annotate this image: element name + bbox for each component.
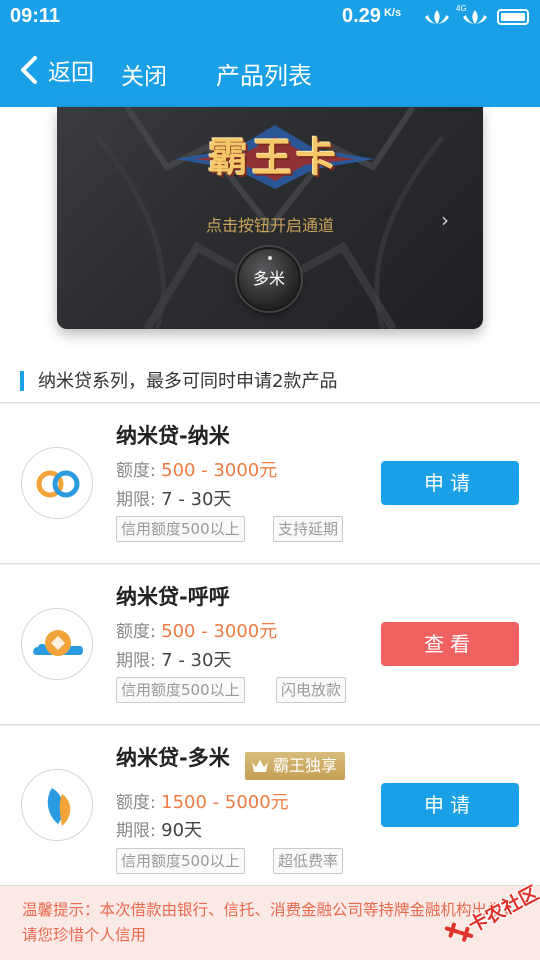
term-value: 7 - 30天 [161,650,232,671]
leaf-petals-icon [47,788,71,826]
amount-value: 1500 - 5000元 [161,792,289,813]
product-tag: 支持延期 [273,516,344,542]
amount-label: 额度: [116,461,156,481]
product-tag: 信用额度500以上 [116,677,245,703]
network-speed: 0.29 K/s [342,5,401,28]
back-label: 返回 [48,60,94,86]
product-logo [21,608,93,680]
chevron-right-icon[interactable]: › [441,208,449,232]
network-speed-unit: K/s [383,7,402,19]
coin-cloud-icon [33,630,83,656]
amount-value: 500 - 3000元 [161,621,278,642]
product-tag: 信用额度500以上 [116,848,245,874]
product-tag: 超低费率 [273,848,344,874]
term-label: 期限: [116,490,156,510]
amount-value: 500 - 3000元 [161,460,278,481]
vip-card-banner[interactable]: 霸王卡 点击按钮开启通道 › 多米 [57,107,483,329]
product-tag: 闪电放款 [276,677,347,703]
network-speed-value: 0.29 [342,5,381,27]
product-logo [21,769,93,841]
term-value: 7 - 30天 [161,489,232,510]
product-name: 纳米贷-呼呼 [116,585,230,609]
product-card: 纳米贷-呼呼 额度: 500 - 3000元 期限: 7 - 30天 信用额度5… [0,565,540,725]
vip-exclusive-badge: 霸王独享 [245,752,346,780]
banner-hint: 点击按钮开启通道 [205,216,334,235]
term-row: 期限: 7 - 30天 [116,485,231,511]
status-time: 09:11 [10,5,61,27]
signal-icon-2 [463,10,487,24]
term-value: 90天 [161,820,203,841]
series-title: 纳米贷系列，最多可同时申请2款产品 [38,371,338,392]
vip-card-logo: 霸王卡 [208,134,340,181]
amount-row: 额度: 1500 - 5000元 [116,788,289,814]
open-channel-button[interactable]: 多米 [237,247,301,311]
amount-row: 额度: 500 - 3000元 [116,617,277,643]
amount-label: 额度: [116,793,156,813]
chevron-left-icon [21,56,37,84]
banner-section: 霸王卡 点击按钮开启通道 › 多米 [0,107,540,359]
view-button[interactable]: 查看 [381,622,519,666]
amount-row: 额度: 500 - 3000元 [116,456,277,482]
product-name: 纳米贷-纳米 [116,424,230,448]
crown-icon [252,760,268,772]
product-card: 纳米贷-纳米 额度: 500 - 3000元 期限: 7 - 30天 信用额度5… [0,404,540,564]
apply-button[interactable]: 申请 [381,461,519,505]
page-title: 产品列表 [216,62,312,90]
back-button[interactable]: 返回 [18,52,94,88]
close-button[interactable]: 关闭 [121,57,167,91]
product-name: 纳米贷-多米 [116,746,230,770]
product-tag: 信用额度500以上 [116,516,245,542]
link-rings-icon [36,470,80,498]
product-logo [21,447,93,519]
series-header: 纳米贷系列，最多可同时申请2款产品 [0,359,540,403]
status-bar: 09:11 0.29 K/s 4G [0,0,540,34]
signal-icon [425,10,449,24]
nav-bar: 返回 关闭 产品列表 [0,34,540,107]
term-row: 期限: 90天 [116,816,202,842]
product-card: 纳米贷-多米 霸王独享 额度: 1500 - 5000元 期限: 90天 信用额… [0,726,540,886]
term-label: 期限: [116,821,156,841]
term-label: 期限: [116,651,156,671]
vip-badge-label: 霸王独享 [273,756,338,775]
amount-label: 额度: [116,622,156,642]
series-accent-bar [20,371,24,391]
battery-icon [497,9,529,25]
apply-button[interactable]: 申请 [381,783,519,827]
term-row: 期限: 7 - 30天 [116,646,231,672]
